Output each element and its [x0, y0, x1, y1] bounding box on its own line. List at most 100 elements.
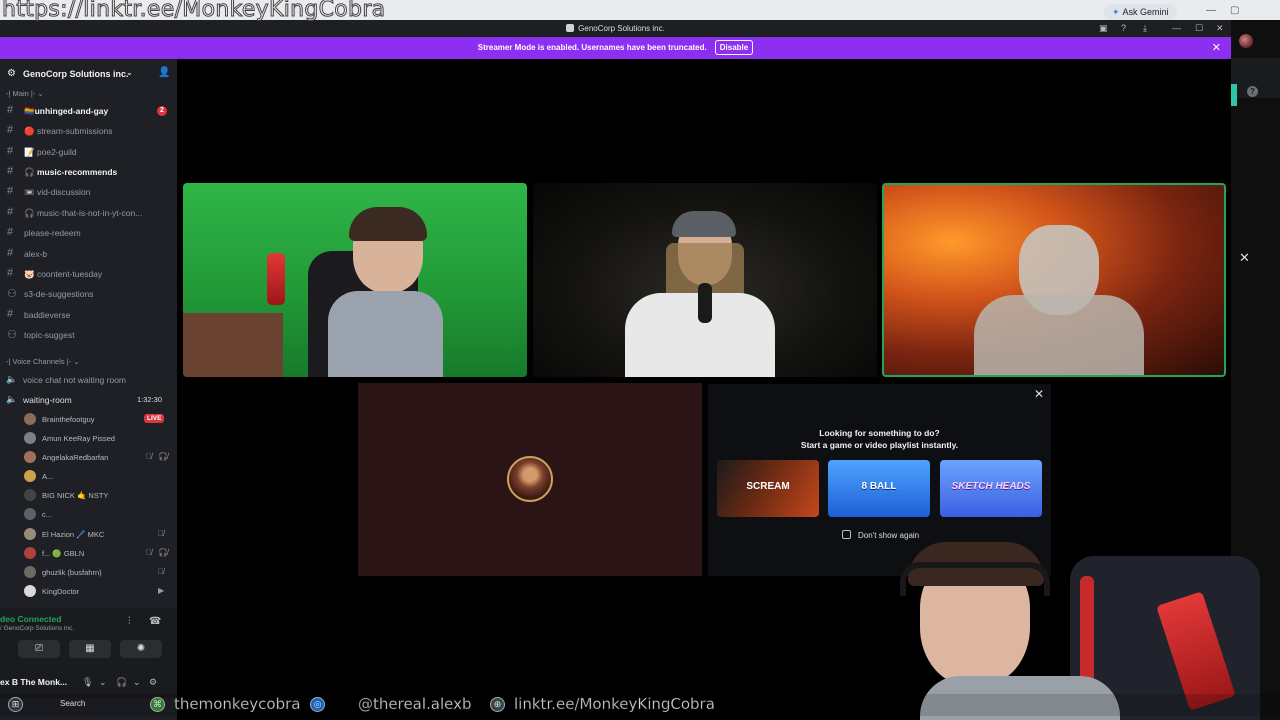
webcam-person-shirt — [328, 291, 443, 377]
side-panel-accent — [1231, 84, 1237, 106]
channel-label: 📼 vid-discussion — [24, 187, 91, 197]
ask-gemini-button[interactable]: ✦ Ask Gemini — [1104, 4, 1177, 20]
voice-user[interactable]: El Hazion 🖊️ MKC 🎙̸ — [0, 525, 177, 544]
video-tile-avatar[interactable] — [358, 383, 702, 576]
settings-gear-icon[interactable]: ⚙ — [149, 677, 157, 688]
channel-stream-submissions[interactable]: # 🔴 stream-submissions — [0, 121, 177, 139]
channel-please-redeem[interactable]: # please-redeem — [0, 223, 177, 241]
voice-user[interactable]: Brainthefootguy LIVE — [0, 410, 177, 429]
minimize-icon[interactable]: — — [1172, 23, 1181, 33]
voice-user[interactable]: Amun KeeRay Pissed — [0, 429, 177, 448]
windows-icon[interactable]: ⊞ — [8, 697, 23, 712]
activity-prompt-subtitle: Start a game or video playlist instantly… — [800, 440, 959, 450]
game-card-8-ball[interactable]: 8 BALL — [828, 460, 930, 517]
channel-sidebar: ⚙ GenoCorp Solutions inc. ⌄ 👤 -| Main |-… — [0, 59, 177, 720]
side-panel-help-icon[interactable]: ? — [1247, 86, 1258, 97]
server-header[interactable]: ⚙ GenoCorp Solutions inc. ⌄ 👤 — [0, 66, 177, 82]
voice-user[interactable]: A... — [0, 467, 177, 486]
browser-maximize-icon[interactable]: ▢ — [1230, 5, 1239, 16]
maximize-icon[interactable]: ☐ — [1195, 23, 1203, 34]
voice-user[interactable]: f... 🟢 GBLN 🎙̸ 🎧̸ — [0, 544, 177, 563]
category-voice[interactable]: -| Voice Channels |- ⌄ — [6, 357, 80, 366]
avatar — [24, 489, 36, 501]
voice-user-name: KingDoctor — [42, 587, 80, 596]
share-screen-button[interactable]: ⎚ — [18, 640, 60, 658]
disconnect-icon[interactable]: ☎ — [149, 616, 161, 627]
side-panel-close-icon[interactable]: ✕ — [1239, 250, 1250, 266]
voice-user-name: A... — [42, 472, 54, 481]
headset — [900, 562, 1050, 596]
chevron-down-icon[interactable]: ⌄ — [133, 677, 141, 688]
download-icon[interactable]: ⤓ — [1143, 23, 1147, 34]
channel-baddieverse[interactable]: # baddieverse — [0, 305, 177, 323]
hash-icon: # — [7, 206, 14, 218]
channel-alex-b[interactable]: # alex-b — [0, 244, 177, 262]
noise-suppression-icon[interactable]: ⫶ — [128, 616, 131, 627]
hash-icon: # — [7, 267, 14, 279]
browser-profile-avatar[interactable] — [1239, 34, 1253, 48]
invite-people-icon[interactable]: 👤 — [158, 67, 170, 78]
inbox-icon[interactable]: ▣ — [1099, 23, 1108, 34]
voice-user-name: BIG NICK 🤙 NSTY — [42, 491, 109, 500]
video-tile-1[interactable] — [183, 183, 527, 377]
channel-coontent-tuesday[interactable]: # 🐷 coontent-tuesday — [0, 264, 177, 282]
chevron-down-icon[interactable]: ⌄ — [126, 68, 133, 77]
activities-button[interactable]: ▦ — [69, 640, 111, 658]
hash-icon: # — [7, 185, 14, 197]
voice-user-name: f... 🟢 GBLN — [42, 549, 85, 558]
window-title: GenoCorp Solutions inc. — [0, 20, 1231, 37]
game-title: 8 BALL — [861, 481, 897, 492]
channel-label: 📝 poe2-guild — [24, 147, 77, 157]
current-user-name[interactable]: ex B The Monk... — [0, 677, 67, 687]
microphone — [698, 283, 712, 323]
microphone-icon[interactable]: 🎙 — [82, 677, 93, 688]
channel-poe2-guild[interactable]: # 📝 poe2-guild — [0, 142, 177, 160]
voice-user-name: ghuzlik (busfahrn) — [42, 568, 102, 577]
banner-close-icon[interactable]: ✕ — [1212, 37, 1221, 59]
close-icon[interactable]: ✕ — [1034, 387, 1044, 401]
channel-music-recommends[interactable]: # 🎧 music-recommends — [0, 162, 177, 180]
voice-channel-label: waiting-room — [23, 395, 72, 405]
channel-unhinged-and-gay[interactable]: # 🏳️‍🌈unhinged-and-gay 2 — [0, 101, 177, 119]
help-icon[interactable]: ? — [1121, 23, 1126, 33]
voice-user[interactable]: AngelakaRedbarfan 🎙̸ 🎧̸ — [0, 448, 177, 467]
soundboard-button[interactable]: ✺ — [120, 640, 162, 658]
streamer-mode-text: Streamer Mode is enabled. Usernames have… — [477, 43, 707, 52]
discord-app-icon — [566, 24, 575, 32]
hash-icon: # — [7, 145, 14, 157]
channel-topic-suggest[interactable]: ⚇ topic-suggest — [0, 325, 177, 343]
voice-channel-not-waiting[interactable]: 🔈 voice chat not waiting room — [0, 370, 177, 388]
browser-minimize-icon[interactable]: — — [1206, 5, 1216, 16]
voice-user[interactable]: ghuzlik (busfahrn) 🎙̸ — [0, 563, 177, 582]
link-icon: ⊕ — [490, 697, 505, 712]
camera-icon: ▶ — [158, 586, 165, 595]
video-tile-2[interactable] — [533, 183, 877, 377]
channel-music-not-in-yt[interactable]: # 🎧 music-that-is-not-in-yt-con... — [0, 203, 177, 221]
voice-connected-server: / GenoCorp Solutions inc. — [0, 625, 75, 632]
chevron-down-icon[interactable]: ⌄ — [99, 677, 107, 688]
game-card-sketch-heads[interactable]: SKETCH HEADS — [940, 460, 1042, 517]
headphones-icon[interactable]: 🎧 — [116, 677, 127, 688]
channel-s3-de-suggestions[interactable]: ⚇ s3-de-suggestions — [0, 284, 177, 302]
voice-user[interactable]: c... — [0, 505, 177, 524]
hash-icon: # — [7, 308, 14, 320]
avatar — [24, 585, 36, 597]
category-main[interactable]: -| Main |- ⌄ — [6, 89, 44, 98]
gemini-spark-icon: ✦ — [1112, 7, 1120, 17]
voice-user[interactable]: BIG NICK 🤙 NSTY — [0, 486, 177, 505]
screen-share-icon: ⎚ — [35, 643, 43, 654]
voice-channel-waiting-room[interactable]: 🔈 waiting-room 1:32:30 — [0, 390, 177, 408]
mic-muted-icon: 🎙̸ — [146, 452, 152, 461]
ask-gemini-label: Ask Gemini — [1122, 7, 1169, 17]
taskbar-search[interactable]: Search — [60, 699, 85, 708]
channel-label: topic-suggest — [24, 330, 75, 340]
voice-user[interactable]: KingDoctor ▶ — [0, 582, 177, 601]
channel-vid-discussion[interactable]: # 📼 vid-discussion — [0, 182, 177, 200]
disable-streamer-mode-button[interactable]: Disable — [714, 40, 754, 55]
activity-prompt-title: Looking for something to do? — [819, 428, 940, 438]
close-window-icon[interactable]: ✕ — [1216, 23, 1224, 34]
game-card-scream[interactable]: SCREAM — [717, 460, 819, 517]
channel-label: 🎧 music-that-is-not-in-yt-con... — [24, 208, 143, 218]
video-tile-3-speaking[interactable] — [882, 183, 1226, 377]
voice-user-name: Brainthefootguy — [42, 415, 95, 424]
